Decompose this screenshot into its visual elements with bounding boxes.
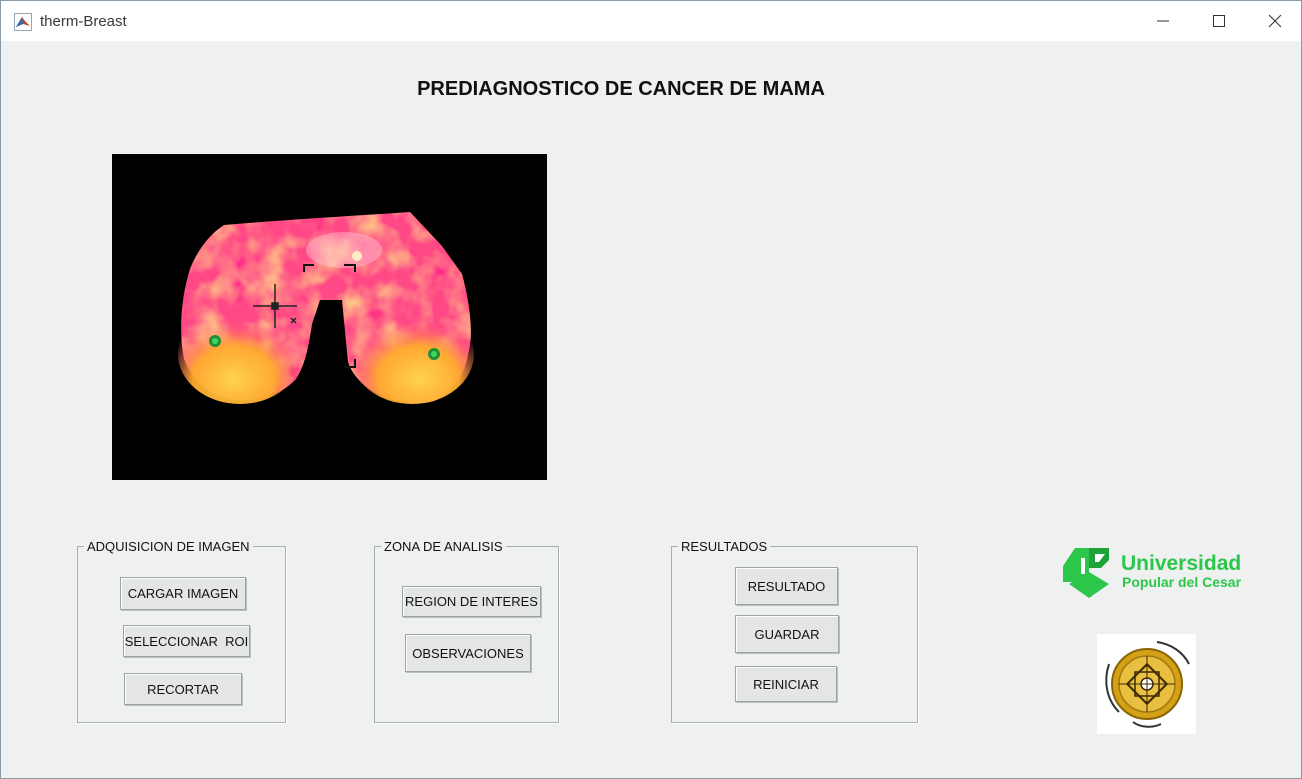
research-group-seal: [1097, 634, 1196, 734]
minimize-button[interactable]: [1135, 1, 1191, 41]
page-title: PREDIAGNOSTICO DE CANCER DE MAMA: [417, 78, 825, 100]
window-title: therm-Breast: [40, 13, 127, 30]
image-axes[interactable]: [112, 154, 547, 480]
region-de-interes-button[interactable]: REGION DE INTERES: [402, 586, 541, 617]
resultado-button[interactable]: RESULTADO: [735, 567, 838, 605]
upc-emblem-icon: [1063, 548, 1109, 598]
cargar-imagen-button[interactable]: CARGAR IMAGEN: [120, 577, 246, 610]
seal-icon: [1105, 641, 1190, 728]
panel-title: ADQUISICION DE IMAGEN: [84, 539, 253, 554]
zona-analisis-panel: ZONA DE ANALISIS REGION DE INTERES OBSER…: [374, 539, 559, 723]
reiniciar-button[interactable]: REINICIAR: [735, 666, 837, 702]
close-icon: [1268, 14, 1282, 28]
app-window: therm-Breast PREDIAGNOSTICO DE CANCER DE…: [0, 0, 1302, 779]
breast-thermogram: [178, 212, 474, 404]
recortar-button[interactable]: RECORTAR: [124, 673, 242, 705]
minimize-icon: [1157, 20, 1169, 22]
matlab-icon: [14, 13, 32, 31]
panel-title: RESULTADOS: [678, 539, 771, 554]
title-bar: therm-Breast: [1, 1, 1301, 41]
guardar-button[interactable]: GUARDAR: [735, 615, 839, 653]
university-logo: Universidad Popular del Cesar: [1061, 544, 1246, 602]
resultados-panel: RESULTADOS RESULTADO GUARDAR REINICIAR: [671, 539, 918, 723]
panel-title: ZONA DE ANALISIS: [381, 539, 506, 554]
seleccionar-roi-button[interactable]: SELECCIONAR ROI: [123, 625, 250, 657]
logo-university-text: Universidad: [1121, 552, 1242, 575]
close-button[interactable]: [1247, 1, 1302, 41]
maximize-button[interactable]: [1191, 1, 1247, 41]
maximize-icon: [1213, 15, 1225, 27]
logo-university-subtext: Popular del Cesar: [1122, 574, 1242, 590]
adquisicion-panel: ADQUISICION DE IMAGEN CARGAR IMAGEN SELE…: [77, 539, 286, 723]
observaciones-button[interactable]: OBSERVACIONES: [405, 634, 531, 672]
